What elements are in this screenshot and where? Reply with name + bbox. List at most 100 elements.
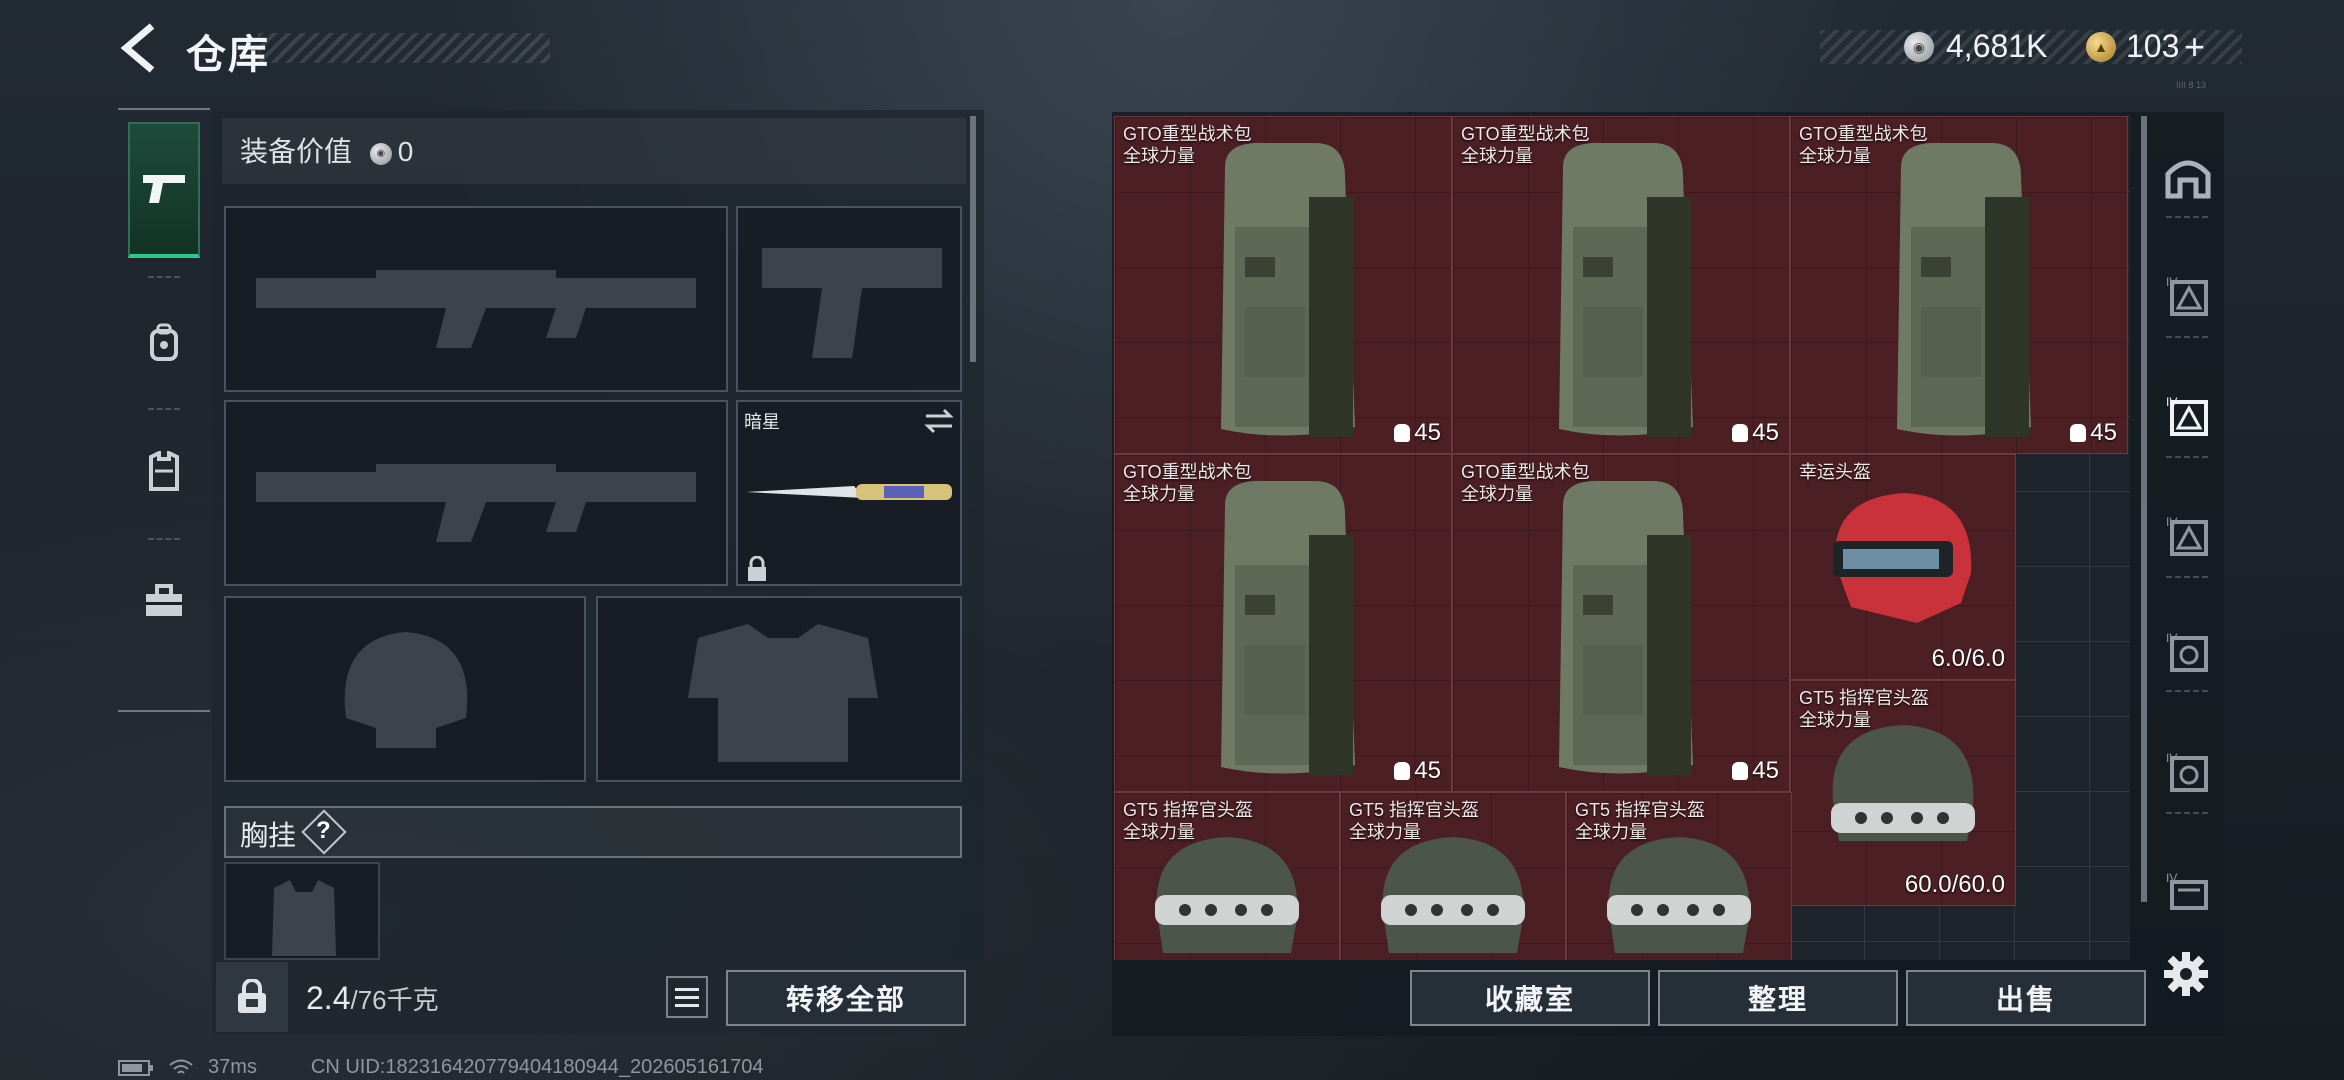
- tab-separator: [148, 276, 180, 278]
- item-name: GTO重型战术包 全球力量: [1123, 462, 1252, 504]
- helmet-icon: [1833, 493, 1972, 623]
- item-name: GT5 指挥官头盔 全球力量: [1123, 800, 1254, 842]
- item-count: 45: [1394, 419, 1441, 447]
- armor-slot[interactable]: [596, 596, 962, 782]
- tab-tier-4-e[interactable]: IV: [2164, 748, 2212, 796]
- tier-badge-icon: IV: [2166, 631, 2208, 672]
- equipment-value-label: 装备价值: [240, 136, 353, 167]
- tab-separator: [2166, 690, 2208, 692]
- tab-tier-4-d[interactable]: IV: [2164, 628, 2212, 676]
- tab-home-storage[interactable]: [2164, 152, 2212, 200]
- backpack-icon: [1221, 480, 1355, 775]
- tab-backpack[interactable]: [128, 308, 200, 378]
- svg-text:IV: IV: [2166, 751, 2177, 765]
- item-name: 幸运头盔: [1799, 462, 1871, 482]
- page-title: 仓库: [186, 33, 270, 77]
- tier-badge-icon: IV: [2166, 275, 2208, 316]
- storage-item[interactable]: GTO重型战术包 全球力量 45: [1114, 454, 1452, 792]
- storage-item[interactable]: GTO重型战术包 全球力量 45: [1114, 116, 1452, 454]
- chest-rig-label: 胸挂: [240, 820, 297, 851]
- rifle-silhouette-icon: [256, 270, 696, 348]
- item-name: GTO重型战术包 全球力量: [1461, 124, 1590, 166]
- tab-toolbox[interactable]: [128, 566, 200, 636]
- tab-separator: [2166, 812, 2208, 814]
- tab-tier-4-a[interactable]: IV: [2164, 272, 2212, 320]
- tier-badge-icon: IV: [2166, 515, 2208, 556]
- svg-text:IV: IV: [2166, 515, 2177, 529]
- tactical-helmet-icon: [1831, 725, 1975, 841]
- equipment-scrollbar[interactable]: [970, 116, 976, 362]
- sell-button[interactable]: 出售: [1906, 970, 2146, 1026]
- pistol-icon: [143, 175, 185, 203]
- svg-text:IV: IV: [2166, 871, 2177, 885]
- item-name: GT5 指挥官头盔 全球力量: [1799, 688, 1930, 730]
- item-count: 45: [1732, 757, 1779, 785]
- status-bar: 37ms CN UID:182316420779404180944_202605…: [118, 1056, 764, 1079]
- backpack-capacity-icon: [1732, 762, 1749, 780]
- tab-separator: [2166, 576, 2208, 578]
- back-icon[interactable]: [118, 22, 160, 74]
- lock-icon: [748, 556, 766, 581]
- item-name: GTO重型战术包 全球力量: [1123, 124, 1252, 166]
- storage-scrollbar[interactable]: [2141, 116, 2147, 902]
- storage-filter-tabs: IV IV IV IV IV IV: [2150, 112, 2224, 962]
- tactical-helmet-icon: [1607, 837, 1751, 953]
- helmet-slot[interactable]: [224, 596, 586, 782]
- collection-room-button[interactable]: 收藏室: [1410, 970, 1650, 1026]
- settings-gear-icon[interactable]: [2162, 950, 2210, 1010]
- backpack-capacity-icon: [2070, 424, 2087, 442]
- svg-text:IV: IV: [2166, 395, 2177, 409]
- user-id: CN UID:182316420779404180944_20260516170…: [310, 1056, 764, 1078]
- primary-weapon-slot[interactable]: [224, 206, 728, 392]
- help-icon: ?: [316, 817, 331, 844]
- pistol-silhouette-icon: [762, 248, 942, 358]
- backpack-icon: [1559, 480, 1693, 775]
- tab-separator: [148, 538, 180, 540]
- gold-coin-icon: ▲: [2086, 32, 2116, 62]
- organize-button[interactable]: 整理: [1658, 970, 1898, 1026]
- storage-item[interactable]: 幸运头盔 6.0/6.0: [1790, 454, 2016, 680]
- item-durability: 6.0/6.0: [1931, 645, 2005, 672]
- swap-icon[interactable]: [924, 408, 954, 434]
- transfer-all-button[interactable]: 转移全部: [726, 970, 966, 1026]
- storage-item[interactable]: GT5 指挥官头盔 全球力量: [1566, 792, 1792, 960]
- storage-item[interactable]: GT5 指挥官头盔 全球力量: [1340, 792, 1566, 960]
- backpack-icon: [1897, 142, 2031, 437]
- sidearm-slot[interactable]: [736, 206, 962, 392]
- svg-text:IV: IV: [2166, 275, 2177, 289]
- toolbox-icon: [146, 584, 182, 616]
- chest-rig-slot[interactable]: [224, 862, 380, 960]
- tab-vest[interactable]: [128, 436, 200, 506]
- storage-item[interactable]: GTO重型战术包 全球力量 45: [1452, 454, 1790, 792]
- item-name: GT5 指挥官头盔 全球力量: [1575, 800, 1706, 842]
- tab-weapons[interactable]: [128, 122, 200, 258]
- tab-tier-4-f[interactable]: IV: [2164, 868, 2212, 916]
- item-count: 45: [1394, 757, 1441, 785]
- tab-tier-4-c[interactable]: IV: [2164, 512, 2212, 560]
- silver-coin-icon: ◉: [1904, 32, 1934, 62]
- helmet-silhouette-icon: [344, 632, 468, 748]
- corner-tag: IIII 8 13: [2176, 80, 2207, 90]
- list-view-button[interactable]: [666, 976, 708, 1018]
- armor-silhouette-icon: [688, 624, 878, 762]
- battery-icon: [118, 1059, 153, 1076]
- ping: 37ms: [208, 1056, 257, 1078]
- storage-item[interactable]: GT5 指挥官头盔 全球力量: [1114, 792, 1340, 960]
- home-icon: [2165, 160, 2211, 199]
- storage-item[interactable]: GT5 指挥官头盔 全球力量 60.0/60.0: [1790, 680, 2016, 906]
- storage-item[interactable]: GTO重型战术包 全球力量 45: [1790, 116, 2128, 454]
- backpack-capacity-icon: [1732, 424, 1749, 442]
- tab-tier-4-b[interactable]: IV: [2164, 392, 2212, 440]
- melee-slot[interactable]: 暗星: [736, 400, 962, 586]
- secondary-weapon-slot[interactable]: [224, 400, 728, 586]
- add-gold-button[interactable]: +: [2184, 26, 2205, 68]
- backpack-icon: [1221, 142, 1355, 437]
- wifi-icon: [169, 1059, 193, 1074]
- storage-item[interactable]: GTO重型战术包 全球力量 45: [1452, 116, 1790, 454]
- silver-coin-icon: ◉: [369, 142, 392, 165]
- silver-amount: 4,681K: [1946, 28, 2048, 64]
- equipment-value-amount: 0: [397, 136, 414, 167]
- svg-text:IV: IV: [2166, 631, 2177, 645]
- knife-icon: [746, 484, 952, 500]
- item-name: GTO重型战术包 全球力量: [1799, 124, 1928, 166]
